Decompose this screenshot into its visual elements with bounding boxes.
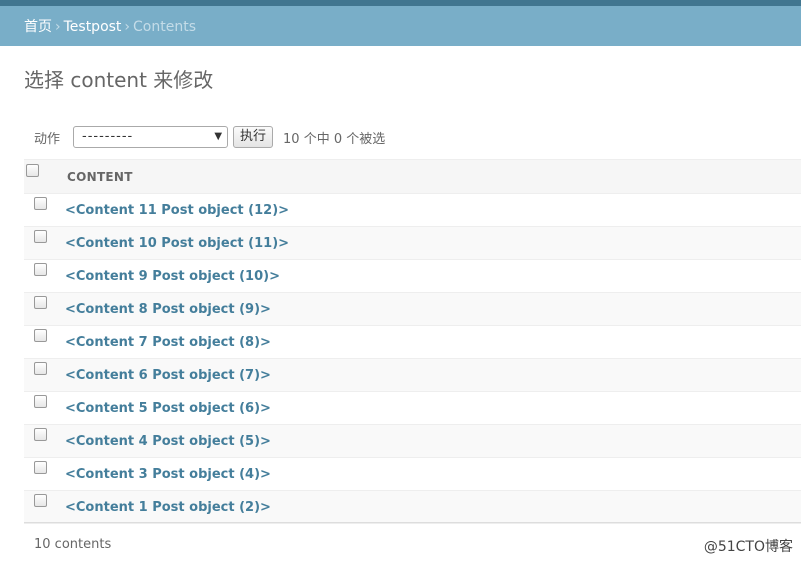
row-checkbox-cell	[24, 358, 65, 392]
row-checkbox-cell	[24, 193, 65, 227]
row-link[interactable]: <Content 3 Post object (4)>	[65, 467, 271, 482]
page-title: 选择 content 来修改	[24, 68, 214, 92]
row-checkbox-cell	[24, 259, 65, 293]
run-action-button[interactable]: 执行	[233, 126, 274, 148]
table-row: <Content 1 Post object (2)>	[24, 490, 801, 524]
row-checkbox-cell	[24, 325, 65, 359]
row-checkbox[interactable]	[34, 460, 47, 474]
action-label: 动作	[34, 131, 61, 147]
table-header-row: CONTENT	[24, 159, 801, 194]
result-list-table: CONTENT <Content 11 Post object (12)> <C…	[24, 159, 801, 524]
breadcrumb-current: Contents	[133, 19, 197, 35]
row-content-cell: <Content 3 Post object (4)>	[65, 457, 801, 491]
chevron-down-icon: ▼	[214, 131, 223, 142]
row-link[interactable]: <Content 4 Post object (5)>	[65, 434, 271, 449]
row-content-cell: <Content 11 Post object (12)>	[65, 193, 801, 227]
row-content-cell: <Content 10 Post object (11)>	[65, 226, 801, 260]
column-header-label: CONTENT	[67, 169, 133, 184]
row-checkbox[interactable]	[34, 328, 47, 342]
table-row: <Content 8 Post object (9)>	[24, 292, 801, 326]
action-bar: 动作 --------- ▼ 执行 10 个中 0 个被选	[24, 124, 385, 150]
column-header-content[interactable]: CONTENT	[65, 159, 801, 194]
row-checkbox-cell	[24, 226, 65, 260]
row-checkbox[interactable]	[34, 427, 47, 441]
table-row: <Content 11 Post object (12)>	[24, 193, 801, 227]
row-content-cell: <Content 4 Post object (5)>	[65, 424, 801, 458]
row-content-cell: <Content 1 Post object (2)>	[65, 490, 801, 524]
breadcrumb-separator: ›	[124, 19, 131, 35]
row-content-cell: <Content 6 Post object (7)>	[65, 358, 801, 392]
table-row: <Content 3 Post object (4)>	[24, 457, 801, 491]
breadcrumb: 首页 › Testpost › Contents	[0, 6, 801, 46]
row-content-cell: <Content 7 Post object (8)>	[65, 325, 801, 359]
row-checkbox-cell	[24, 391, 65, 425]
row-link[interactable]: <Content 1 Post object (2)>	[65, 500, 271, 515]
row-link[interactable]: <Content 10 Post object (11)>	[65, 236, 289, 251]
breadcrumb-home-link[interactable]: 首页	[24, 19, 52, 35]
row-link[interactable]: <Content 7 Post object (8)>	[65, 335, 271, 350]
row-checkbox-cell	[24, 457, 65, 491]
row-checkbox[interactable]	[34, 262, 47, 276]
row-link[interactable]: <Content 5 Post object (6)>	[65, 401, 271, 416]
selection-counter: 10 个中 0 个被选	[283, 131, 386, 147]
row-link[interactable]: <Content 11 Post object (12)>	[65, 203, 289, 218]
row-checkbox[interactable]	[34, 295, 47, 309]
row-link[interactable]: <Content 8 Post object (9)>	[65, 302, 271, 317]
paginator: 10 contents	[34, 537, 112, 552]
row-checkbox-cell	[24, 424, 65, 458]
table-row: <Content 6 Post object (7)>	[24, 358, 801, 392]
breadcrumb-separator: ›	[55, 19, 61, 35]
row-checkbox[interactable]	[34, 394, 47, 408]
row-link[interactable]: <Content 6 Post object (7)>	[65, 368, 271, 383]
row-checkbox[interactable]	[34, 493, 47, 507]
row-checkbox-cell	[24, 292, 65, 326]
row-content-cell: <Content 5 Post object (6)>	[65, 391, 801, 425]
row-content-cell: <Content 8 Post object (9)>	[65, 292, 801, 326]
row-content-cell: <Content 9 Post object (10)>	[65, 259, 801, 293]
action-select-value: ---------	[82, 129, 134, 144]
table-row: <Content 4 Post object (5)>	[24, 424, 801, 458]
row-checkbox-cell	[24, 490, 65, 524]
table-row: <Content 9 Post object (10)>	[24, 259, 801, 293]
row-checkbox[interactable]	[34, 196, 47, 210]
row-checkbox[interactable]	[34, 361, 47, 375]
breadcrumb-app-link[interactable]: Testpost	[64, 19, 122, 35]
select-all-cell	[24, 159, 65, 194]
watermark: @51CTO博客	[703, 539, 793, 555]
table-row: <Content 5 Post object (6)>	[24, 391, 801, 425]
row-link[interactable]: <Content 9 Post object (10)>	[65, 269, 280, 284]
select-all-checkbox[interactable]	[26, 163, 39, 177]
action-select[interactable]: --------- ▼	[73, 126, 229, 148]
table-row: <Content 7 Post object (8)>	[24, 325, 801, 359]
table-divider	[24, 522, 801, 523]
row-checkbox[interactable]	[34, 229, 47, 243]
table-row: <Content 10 Post object (11)>	[24, 226, 801, 260]
